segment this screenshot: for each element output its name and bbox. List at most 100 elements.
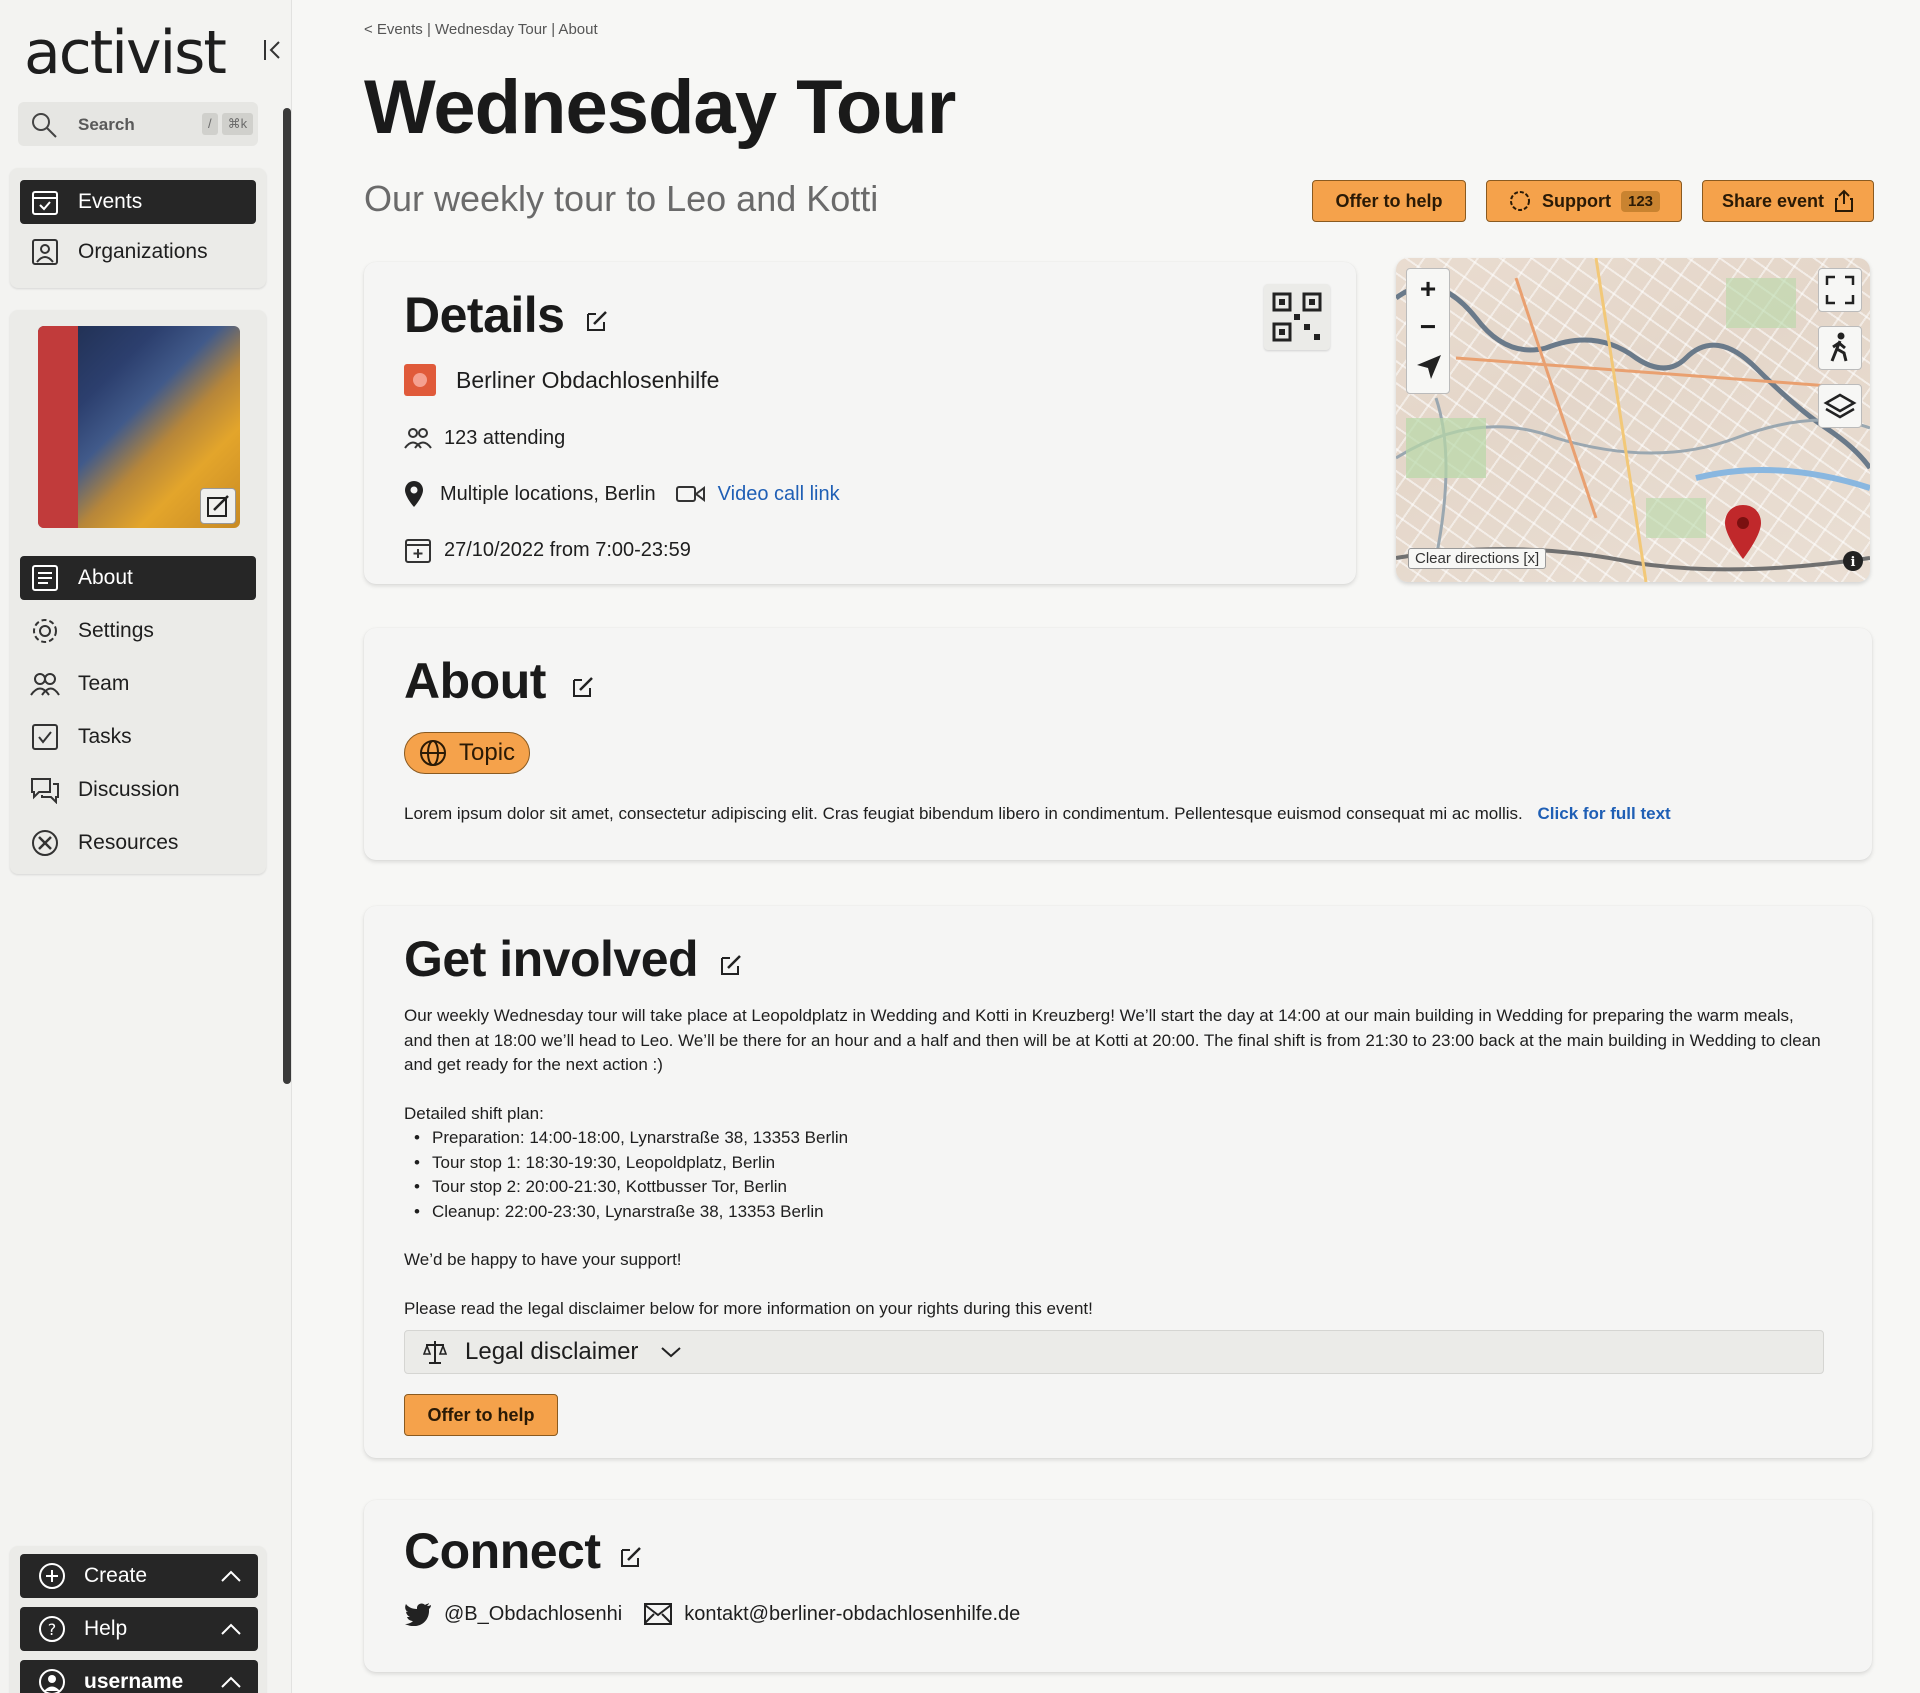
topic-label: Topic xyxy=(459,739,516,766)
user-button[interactable]: username xyxy=(20,1660,258,1693)
get-involved-body: Our weekly Wednesday tour will take plac… xyxy=(404,1004,1824,1321)
nav-item-team[interactable]: Team xyxy=(20,662,256,706)
page-title: Wednesday Tour xyxy=(364,65,956,150)
nav-item-settings[interactable]: Settings xyxy=(20,609,256,653)
map-tiles xyxy=(1396,258,1870,582)
video-call-link[interactable]: Video call link xyxy=(718,483,840,506)
clear-directions-button[interactable]: Clear directions [x] xyxy=(1408,548,1547,569)
plus-circle-icon xyxy=(38,1561,68,1591)
edit-details-icon[interactable] xyxy=(584,308,610,334)
help-icon: ? xyxy=(38,1614,68,1644)
nav-item-discussion[interactable]: Discussion xyxy=(20,768,256,812)
video-camera-icon xyxy=(675,484,706,504)
chevron-up-icon xyxy=(220,1619,242,1639)
edit-connect-icon[interactable] xyxy=(618,1544,644,1570)
offer-help-bottom-button[interactable]: Offer to help xyxy=(404,1394,558,1436)
nav-item-organizations[interactable]: Organizations xyxy=(20,230,256,274)
location-text: Multiple locations, Berlin xyxy=(440,482,656,505)
tools-icon xyxy=(30,828,60,858)
full-text-link[interactable]: Click for full text xyxy=(1538,804,1671,823)
connect-card: Connect @B_Obdachlosenhi kontakt@berline… xyxy=(364,1500,1872,1672)
organization-row[interactable]: Berliner Obdachlosenhilfe xyxy=(404,364,719,396)
search-input[interactable]: Search / ⌘k xyxy=(18,102,258,146)
help-button[interactable]: ? Help xyxy=(20,1607,258,1651)
fullscreen-icon[interactable] xyxy=(1818,268,1862,312)
about-title: About xyxy=(404,653,546,709)
calendar-plus-icon xyxy=(404,536,432,564)
about-description: Lorem ipsum dolor sit amet, consectetur … xyxy=(404,804,1523,823)
layers-icon[interactable] xyxy=(1818,384,1862,428)
sidebar: activist Search / ⌘k Events Organization… xyxy=(0,0,292,1693)
main-nav: Events Organizations xyxy=(10,168,266,288)
organization-logo xyxy=(404,364,436,396)
email-address[interactable]: kontakt@berliner-obdachlosenhilfe.de xyxy=(684,1603,1020,1626)
about-icon xyxy=(30,563,60,593)
map-pin-icon[interactable] xyxy=(1724,504,1762,560)
mail-icon xyxy=(644,1603,673,1625)
nav-item-label: Events xyxy=(78,190,143,213)
walking-person-icon[interactable] xyxy=(1818,326,1862,370)
shift-item: Preparation: 14:00-18:00, Lynarstraße 38… xyxy=(404,1126,1824,1151)
nav-item-resources[interactable]: Resources xyxy=(20,821,256,865)
nav-item-tasks[interactable]: Tasks xyxy=(20,715,256,759)
organization-name: Berliner Obdachlosenhilfe xyxy=(456,366,720,393)
breadcrumb[interactable]: < Events | Wednesday Tour | About xyxy=(364,21,598,38)
search-icon xyxy=(30,111,58,139)
chevron-up-icon xyxy=(220,1566,242,1586)
legal-line: Please read the legal disclaimer below f… xyxy=(404,1298,1093,1318)
edit-get-involved-icon[interactable] xyxy=(718,952,744,978)
search-label: Search xyxy=(78,115,135,134)
share-icon xyxy=(1834,189,1854,213)
nav-item-label: Settings xyxy=(78,619,154,642)
support-button[interactable]: Support 123 xyxy=(1486,180,1682,222)
topic-tag[interactable]: Topic xyxy=(404,732,531,774)
scales-icon xyxy=(423,1339,447,1365)
nav-item-label: Tasks xyxy=(78,725,132,748)
navigate-arrow-icon[interactable] xyxy=(1415,353,1443,381)
event-datetime: 27/10/2022 from 7:00-23:59 xyxy=(444,538,691,561)
discussion-icon xyxy=(30,775,60,805)
nav-item-about[interactable]: About xyxy=(20,556,256,600)
edit-about-icon[interactable] xyxy=(570,674,596,700)
offer-help-label: Offer to help xyxy=(1335,190,1443,211)
get-involved-card: Get involved Our weekly Wednesday tour w… xyxy=(364,906,1872,1458)
search-shortcut: / ⌘k xyxy=(202,113,254,135)
app-logo[interactable]: activist xyxy=(24,18,227,88)
legal-disclaimer-dropdown[interactable]: Legal disclaimer xyxy=(404,1330,1824,1374)
event-map[interactable]: + − Clear directions [x] i xyxy=(1396,258,1870,582)
offer-help-button[interactable]: Offer to help xyxy=(1312,180,1466,222)
get-involved-intro: Our weekly Wednesday tour will take plac… xyxy=(404,1006,1821,1074)
zoom-in-button[interactable]: + xyxy=(1407,269,1449,309)
share-event-button[interactable]: Share event xyxy=(1702,180,1874,222)
gear-icon xyxy=(30,616,60,646)
collapse-sidebar-icon[interactable] xyxy=(262,36,284,64)
zoom-out-button[interactable]: − xyxy=(1407,309,1449,345)
sidebar-scrollbar[interactable] xyxy=(283,108,291,1084)
shift-item: Tour stop 1: 18:30-19:30, Leopoldplatz, … xyxy=(404,1151,1824,1176)
shift-plan-heading: Detailed shift plan: xyxy=(404,1103,544,1123)
people-icon xyxy=(404,426,432,450)
username-label: username xyxy=(84,1670,184,1693)
edit-image-icon[interactable] xyxy=(200,488,236,524)
shift-item: Tour stop 2: 20:00-21:30, Kottbusser Tor… xyxy=(404,1175,1824,1200)
nav-item-label: Discussion xyxy=(78,778,180,801)
datetime-row: 27/10/2022 from 7:00-23:59 xyxy=(404,536,691,564)
event-image-stripe xyxy=(38,326,78,528)
event-image xyxy=(38,326,240,528)
attending-count: 123 attending xyxy=(444,426,566,449)
twitter-handle[interactable]: @B_Obdachlosenhi xyxy=(444,1603,622,1626)
qr-code-icon[interactable] xyxy=(1264,284,1330,350)
attending-row: 123 attending xyxy=(404,426,565,450)
map-controls: + − xyxy=(1406,268,1450,394)
checkbox-icon xyxy=(30,722,60,752)
shift-list: Preparation: 14:00-18:00, Lynarstraße 38… xyxy=(404,1126,1824,1224)
info-icon[interactable]: i xyxy=(1842,550,1864,572)
nav-item-events[interactable]: Events xyxy=(20,180,256,224)
nav-item-label: Team xyxy=(78,672,130,695)
nav-item-label: About xyxy=(78,566,133,589)
create-button[interactable]: Create xyxy=(20,1554,258,1598)
shortcut-slash: / xyxy=(202,113,218,135)
chevron-down-icon xyxy=(660,1344,682,1360)
organization-icon xyxy=(30,237,60,267)
location-pin-icon xyxy=(404,480,424,508)
